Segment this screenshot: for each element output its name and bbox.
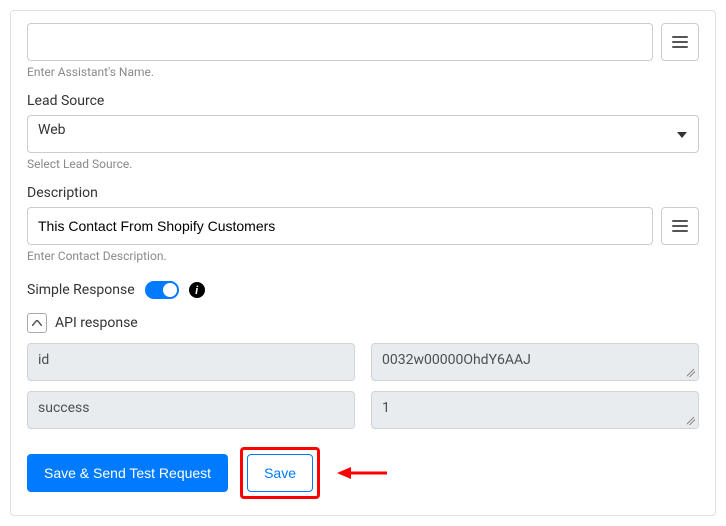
hamburger-icon xyxy=(672,36,688,48)
collapse-button[interactable] xyxy=(27,313,47,333)
chevron-up-icon xyxy=(32,320,42,326)
info-icon[interactable]: i xyxy=(189,282,205,298)
description-options-button[interactable] xyxy=(661,207,699,245)
api-response-header: API response xyxy=(27,313,699,333)
description-input[interactable] xyxy=(27,207,653,245)
api-key-cell: success xyxy=(27,391,355,429)
api-key-cell: id xyxy=(27,343,355,381)
save-highlight: Save xyxy=(240,447,320,499)
api-response-row: id 0032w00000OhdY6AAJ xyxy=(27,343,699,381)
lead-source-label: Lead Source xyxy=(27,93,699,109)
lead-source-select[interactable]: Web xyxy=(27,115,699,153)
button-row: Save & Send Test Request Save xyxy=(27,447,699,499)
arrow-annotation xyxy=(337,463,387,483)
api-value-cell[interactable]: 0032w00000OhdY6AAJ xyxy=(371,343,699,381)
description-row xyxy=(27,207,699,245)
description-helper: Enter Contact Description. xyxy=(27,249,699,263)
description-label: Description xyxy=(27,185,699,201)
assistant-name-row xyxy=(27,23,699,61)
api-value-cell[interactable]: 1 xyxy=(371,391,699,429)
assistant-helper: Enter Assistant's Name. xyxy=(27,65,699,79)
toggle-knob xyxy=(163,283,177,297)
save-button[interactable]: Save xyxy=(247,454,313,492)
hamburger-icon xyxy=(672,220,688,232)
assistant-options-button[interactable] xyxy=(661,23,699,61)
assistant-name-input[interactable] xyxy=(27,23,653,61)
api-response-row: success 1 xyxy=(27,391,699,429)
lead-source-value: Web xyxy=(27,115,699,153)
simple-response-row: Simple Response i xyxy=(27,281,699,299)
save-send-test-button[interactable]: Save & Send Test Request xyxy=(27,454,228,492)
simple-response-toggle[interactable] xyxy=(145,281,179,299)
form-panel: Enter Assistant's Name. Lead Source Web … xyxy=(10,10,716,516)
simple-response-label: Simple Response xyxy=(27,282,135,298)
lead-source-helper: Select Lead Source. xyxy=(27,157,699,171)
api-response-label: API response xyxy=(55,315,138,331)
